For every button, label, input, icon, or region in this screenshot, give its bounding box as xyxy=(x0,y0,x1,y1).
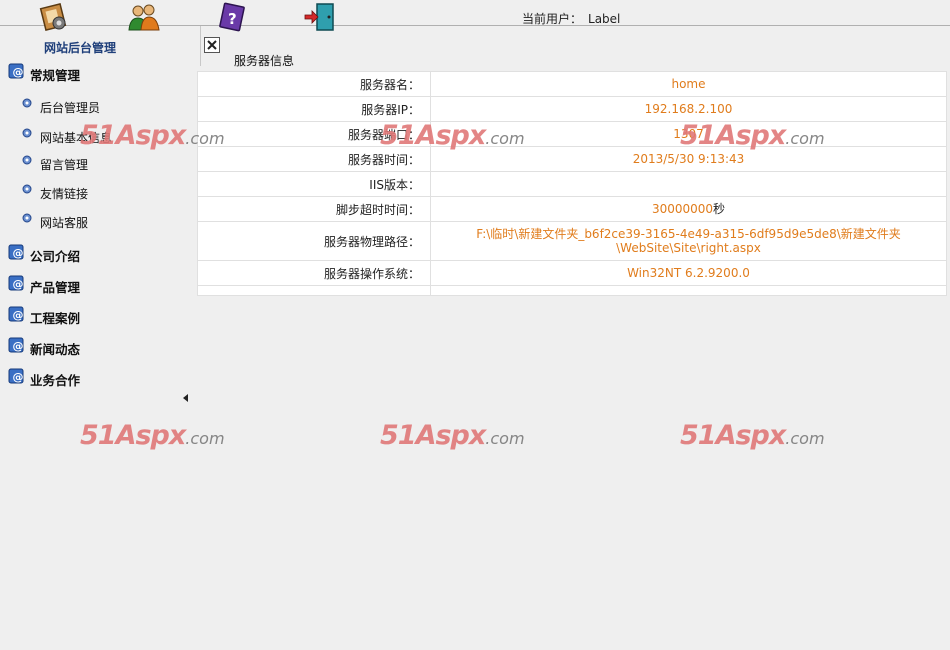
sidebar-group-label: 工程案例 xyxy=(30,310,81,326)
row-key: 服务器物理路径： xyxy=(197,221,431,261)
row-value: 192.168.2.100 xyxy=(430,96,947,122)
sidebar-group-label: 公司介绍 xyxy=(30,248,81,264)
info-help-icon: @ xyxy=(8,337,24,353)
row-value-number: 30000000 xyxy=(651,202,714,216)
info-help-icon: @ xyxy=(8,275,24,291)
table-row: IIS版本： xyxy=(197,171,947,197)
bullet-icon xyxy=(22,213,32,223)
row-key xyxy=(197,285,431,296)
sidebar-item-label: 友情链接 xyxy=(40,186,89,201)
sidebar: 网站后台管理 @ 常规管理 后台管理员 网站基本信息 留言管理 友情链接 网站客… xyxy=(0,34,196,414)
sidebar-group-label: 产品管理 xyxy=(30,279,81,295)
table-row: 服务器操作系统： Win32NT 6.2.9200.0 xyxy=(197,260,947,286)
current-user-value: Label xyxy=(588,12,621,26)
sidebar-group-label: 新闻动态 xyxy=(30,341,81,357)
sidebar-group-label: 常规管理 xyxy=(30,67,81,83)
sidebar-group-general[interactable]: @ 常规管理 xyxy=(8,63,81,84)
close-icon xyxy=(207,40,217,50)
sidebar-item-label: 留言管理 xyxy=(40,157,89,172)
current-user-label: 当前用户： xyxy=(522,12,583,26)
row-key: 服务器IP： xyxy=(197,96,431,122)
table-row: 服务器时间： 2013/5/30 9:13:43 xyxy=(197,146,947,172)
svg-text:@: @ xyxy=(13,247,24,260)
row-value xyxy=(430,285,947,296)
server-info-table: 服务器名： home 服务器IP： 192.168.2.100 服务器端口： 1… xyxy=(197,71,947,296)
bullet-icon xyxy=(22,98,32,108)
sidebar-collapse-arrow-icon[interactable] xyxy=(183,394,188,402)
tab-bar: 服务器信息 xyxy=(196,26,950,70)
table-row: 脚步超时时间： 30000000秒 xyxy=(197,196,947,222)
info-help-icon: @ xyxy=(8,63,24,79)
row-value: 2013/5/30 9:13:43 xyxy=(430,146,947,172)
row-key: 服务器名： xyxy=(197,71,431,97)
info-help-icon: @ xyxy=(8,368,24,384)
current-user: 当前用户： Label xyxy=(522,10,620,27)
svg-text:@: @ xyxy=(13,278,24,291)
path-line-2: \WebSite\Site\right.aspx xyxy=(616,241,761,255)
sidebar-group-projects[interactable]: @ 工程案例 xyxy=(8,306,81,327)
table-row: 服务器IP： 192.168.2.100 xyxy=(197,96,947,122)
row-value: 1307 xyxy=(430,121,947,147)
row-key: 脚步超时时间： xyxy=(197,196,431,222)
table-row: 服务器名： home xyxy=(197,71,947,97)
sidebar-item-label: 网站基本信息 xyxy=(40,130,113,145)
sidebar-group-products[interactable]: @ 产品管理 xyxy=(8,275,81,296)
close-tab-button[interactable] xyxy=(204,37,220,53)
path-line-1: F:\临时\新建文件夹_b6f2ce39-3165-4e49-a315-6df9… xyxy=(476,227,901,241)
table-row: 服务器物理路径： F:\临时\新建文件夹_b6f2ce39-3165-4e49-… xyxy=(197,221,947,261)
row-key: 服务器端口： xyxy=(197,121,431,147)
sidebar-item-links[interactable]: 友情链接 xyxy=(22,184,88,202)
bullet-icon xyxy=(22,184,32,194)
sidebar-group-company[interactable]: @ 公司介绍 xyxy=(8,244,81,265)
sidebar-group-label: 业务合作 xyxy=(30,372,81,388)
tab-server-info[interactable]: 服务器信息 xyxy=(234,52,294,69)
sidebar-group-business[interactable]: @ 业务合作 xyxy=(8,368,81,389)
svg-text:@: @ xyxy=(13,340,24,353)
sidebar-item-label: 后台管理员 xyxy=(40,100,101,115)
svg-text:@: @ xyxy=(13,371,24,384)
row-value xyxy=(430,171,947,197)
info-help-icon: @ xyxy=(8,244,24,260)
info-help-icon: @ xyxy=(8,306,24,322)
svg-text:@: @ xyxy=(13,309,24,322)
sidebar-title[interactable]: 网站后台管理 xyxy=(44,39,116,56)
row-key: 服务器操作系统： xyxy=(197,260,431,286)
bullet-icon xyxy=(22,128,32,138)
sidebar-item-label: 网站客服 xyxy=(40,215,89,230)
sidebar-item-messages[interactable]: 留言管理 xyxy=(22,155,88,173)
row-value: F:\临时\新建文件夹_b6f2ce39-3165-4e49-a315-6df9… xyxy=(430,221,947,261)
bullet-icon xyxy=(22,155,32,165)
table-row: 服务器端口： 1307 xyxy=(197,121,947,147)
sidebar-item-support[interactable]: 网站客服 xyxy=(22,213,88,231)
row-value-unit: 秒 xyxy=(713,202,726,216)
row-key: IIS版本： xyxy=(197,171,431,197)
sidebar-item-site-info[interactable]: 网站基本信息 xyxy=(22,128,112,146)
users-icon[interactable] xyxy=(127,2,161,32)
sidebar-item-admins[interactable]: 后台管理员 xyxy=(22,98,100,116)
settings-book-icon[interactable] xyxy=(38,2,72,32)
row-key: 服务器时间： xyxy=(197,146,431,172)
sidebar-group-news[interactable]: @ 新闻动态 xyxy=(8,337,81,358)
svg-text:@: @ xyxy=(13,66,24,79)
row-value: home xyxy=(430,71,947,97)
main-content: 服务器信息 服务器名： home 服务器IP： 192.168.2.100 服务… xyxy=(196,26,950,650)
table-row xyxy=(197,285,947,296)
row-value: 30000000秒 xyxy=(430,196,947,222)
row-value: Win32NT 6.2.9200.0 xyxy=(430,260,947,286)
